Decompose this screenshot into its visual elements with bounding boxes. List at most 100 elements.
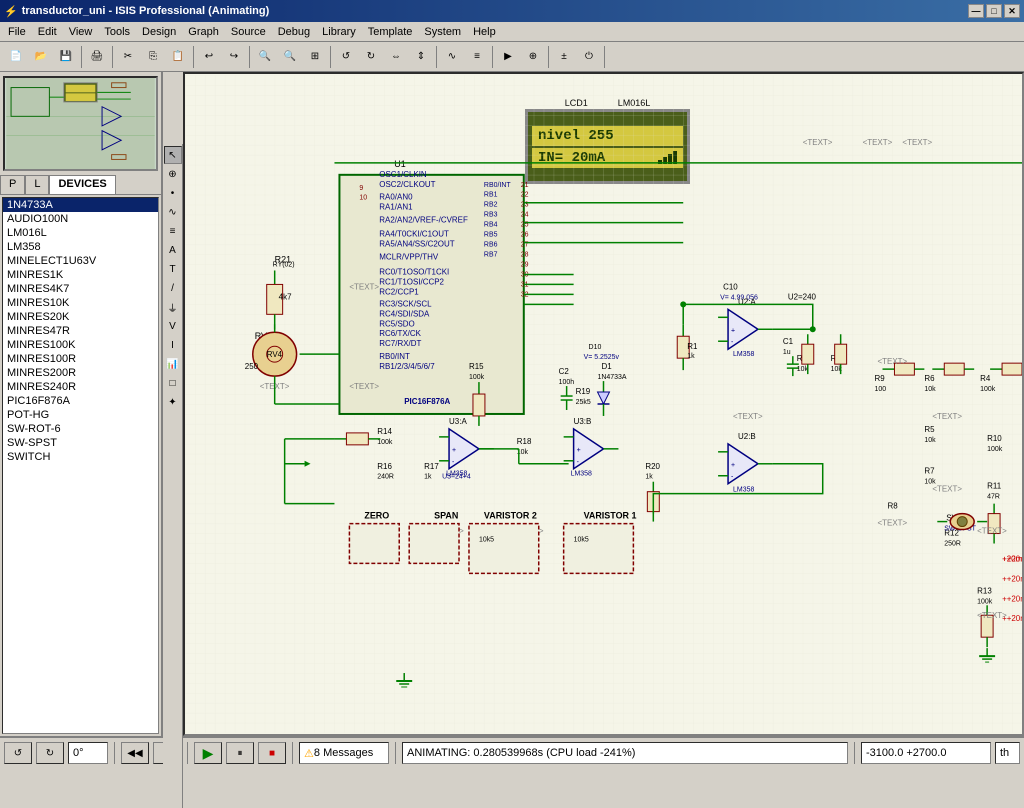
svg-text:<TEXT>: <TEXT> bbox=[902, 138, 932, 147]
markers-tool[interactable]: ✦ bbox=[164, 393, 182, 411]
cut-button[interactable]: ✂ bbox=[116, 45, 140, 69]
svg-text:R4: R4 bbox=[980, 374, 991, 383]
stop-button[interactable]: ■ bbox=[258, 742, 286, 764]
left-toolbar: ↖ ⊕ • ∿ ≡ A T / ⏚ V I 📊 □ ✦ bbox=[163, 144, 183, 808]
power-button[interactable]: ⏻ bbox=[577, 45, 601, 69]
device-item[interactable]: MINELECT1U63V bbox=[3, 254, 158, 268]
wire-tool[interactable]: ∿ bbox=[164, 203, 182, 221]
menu-item-system[interactable]: System bbox=[418, 24, 467, 40]
svg-text:RA1/AN1: RA1/AN1 bbox=[379, 203, 413, 212]
zoom-in-button[interactable]: 🔍 bbox=[253, 45, 277, 69]
svg-text:<TEXT>: <TEXT> bbox=[803, 138, 833, 147]
menu-item-debug[interactable]: Debug bbox=[272, 24, 316, 40]
bus-entry-tool[interactable]: / bbox=[164, 279, 182, 297]
tab-p[interactable]: P bbox=[0, 175, 25, 194]
pause-button[interactable]: ⏸ bbox=[226, 742, 254, 764]
menu-item-library[interactable]: Library bbox=[316, 24, 362, 40]
virtual-instrument-tool[interactable]: 📊 bbox=[164, 355, 182, 373]
svg-text:+: + bbox=[452, 447, 456, 454]
device-item[interactable]: MINRES20K bbox=[3, 310, 158, 324]
component-tool[interactable]: ⊕ bbox=[164, 165, 182, 183]
device-item[interactable]: LM358 bbox=[3, 240, 158, 254]
svg-text:10k: 10k bbox=[797, 366, 809, 373]
component-button[interactable]: ± bbox=[552, 45, 576, 69]
device-item[interactable]: MINRES240R bbox=[3, 380, 158, 394]
zoom-all-button[interactable]: ⊞ bbox=[303, 45, 327, 69]
print-button[interactable]: 🖨 bbox=[85, 45, 109, 69]
svg-text:++20mA: ++20mA bbox=[1002, 594, 1022, 603]
save-button[interactable]: 💾 bbox=[54, 45, 78, 69]
probe-voltage-tool[interactable]: V bbox=[164, 317, 182, 335]
device-item[interactable]: 1N4733A bbox=[3, 198, 158, 212]
redo-status-button[interactable]: ↻ bbox=[36, 742, 64, 764]
new-button[interactable]: 📄 bbox=[4, 45, 28, 69]
svg-text:U3:A: U3:A bbox=[449, 417, 467, 426]
svg-text:28: 28 bbox=[521, 252, 529, 259]
open-button[interactable]: 📂 bbox=[29, 45, 53, 69]
main-toolbar: 📄 📂 💾 🖨 ✂ ⎘ 📋 ↩ ↪ 🔍 🔍 ⊞ ↺ ↻ ⇔ ⇕ ∿ ≡ ▶ ⊕ … bbox=[0, 42, 1024, 72]
flip-v-button[interactable]: ⇕ bbox=[409, 45, 433, 69]
menu-item-edit[interactable]: Edit bbox=[32, 24, 63, 40]
tab-l[interactable]: L bbox=[25, 175, 49, 194]
schematic-area[interactable]: LCD1 LM016L nivel 255 IN= 20mA bbox=[183, 72, 1024, 736]
probe-button[interactable]: ⊕ bbox=[521, 45, 545, 69]
device-item[interactable]: SWITCH bbox=[3, 450, 158, 464]
device-item[interactable]: MINRES1K bbox=[3, 268, 158, 282]
svg-text:U3=24+4: U3=24+4 bbox=[442, 474, 471, 481]
undo-status-button[interactable]: ↺ bbox=[4, 742, 32, 764]
svg-text:100h: 100h bbox=[559, 379, 575, 386]
power-tool[interactable]: ⏚ bbox=[164, 298, 182, 316]
menu-item-graph[interactable]: Graph bbox=[182, 24, 225, 40]
menu-item-tools[interactable]: Tools bbox=[98, 24, 136, 40]
flip-h-button[interactable]: ⇔ bbox=[384, 45, 408, 69]
maximize-button[interactable]: □ bbox=[986, 4, 1002, 18]
redo-button[interactable]: ↪ bbox=[222, 45, 246, 69]
svg-text:ZERO: ZERO bbox=[364, 511, 389, 521]
menu-item-help[interactable]: Help bbox=[467, 24, 502, 40]
menu-item-design[interactable]: Design bbox=[136, 24, 182, 40]
menu-item-file[interactable]: File bbox=[2, 24, 32, 40]
text-tool[interactable]: T bbox=[164, 260, 182, 278]
copy-button[interactable]: ⎘ bbox=[141, 45, 165, 69]
svg-text:9: 9 bbox=[359, 185, 363, 192]
bus-tool[interactable]: ≡ bbox=[164, 222, 182, 240]
2d-graphics-tool[interactable]: □ bbox=[164, 374, 182, 392]
label-tool[interactable]: A bbox=[164, 241, 182, 259]
junction-tool[interactable]: • bbox=[164, 184, 182, 202]
device-item[interactable]: SW-SPST bbox=[3, 436, 158, 450]
paste-button[interactable]: 📋 bbox=[166, 45, 190, 69]
device-item[interactable]: MINRES200R bbox=[3, 366, 158, 380]
tab-devices[interactable]: DEVICES bbox=[49, 175, 115, 194]
svg-text:PIC16F876A: PIC16F876A bbox=[404, 397, 450, 406]
close-button[interactable]: ✕ bbox=[1004, 4, 1020, 18]
rotate-cw-button[interactable]: ↻ bbox=[359, 45, 383, 69]
menu-item-view[interactable]: View bbox=[63, 24, 99, 40]
menubar: FileEditViewToolsDesignGraphSourceDebugL… bbox=[0, 22, 1024, 42]
device-item[interactable]: POT-HG bbox=[3, 408, 158, 422]
wire-button[interactable]: ∿ bbox=[440, 45, 464, 69]
device-item[interactable]: SW-ROT-6 bbox=[3, 422, 158, 436]
device-item[interactable]: MINRES100K bbox=[3, 338, 158, 352]
device-item[interactable]: PIC16F876A bbox=[3, 394, 158, 408]
device-item[interactable]: AUDIO100N bbox=[3, 212, 158, 226]
svg-text:10k: 10k bbox=[924, 437, 936, 444]
step-back-button[interactable]: ◀◀ bbox=[121, 742, 149, 764]
device-item[interactable]: LM016L bbox=[3, 226, 158, 240]
probe-current-tool[interactable]: I bbox=[164, 336, 182, 354]
menu-item-source[interactable]: Source bbox=[225, 24, 272, 40]
undo-button[interactable]: ↩ bbox=[197, 45, 221, 69]
svg-text:R9: R9 bbox=[875, 374, 886, 383]
rotate-ccw-button[interactable]: ↺ bbox=[334, 45, 358, 69]
simulate-button[interactable]: ▶ bbox=[496, 45, 520, 69]
menu-item-template[interactable]: Template bbox=[362, 24, 419, 40]
zoom-out-button[interactable]: 🔍 bbox=[278, 45, 302, 69]
device-item[interactable]: MINRES47R bbox=[3, 324, 158, 338]
device-item[interactable]: MINRES100R bbox=[3, 352, 158, 366]
play-button[interactable]: ▶ bbox=[194, 742, 222, 764]
svg-text:4k7: 4k7 bbox=[279, 292, 292, 301]
device-item[interactable]: MINRES10K bbox=[3, 296, 158, 310]
minimize-button[interactable]: — bbox=[968, 4, 984, 18]
select-tool[interactable]: ↖ bbox=[164, 146, 182, 164]
bus-button[interactable]: ≡ bbox=[465, 45, 489, 69]
device-item[interactable]: MINRES4K7 bbox=[3, 282, 158, 296]
